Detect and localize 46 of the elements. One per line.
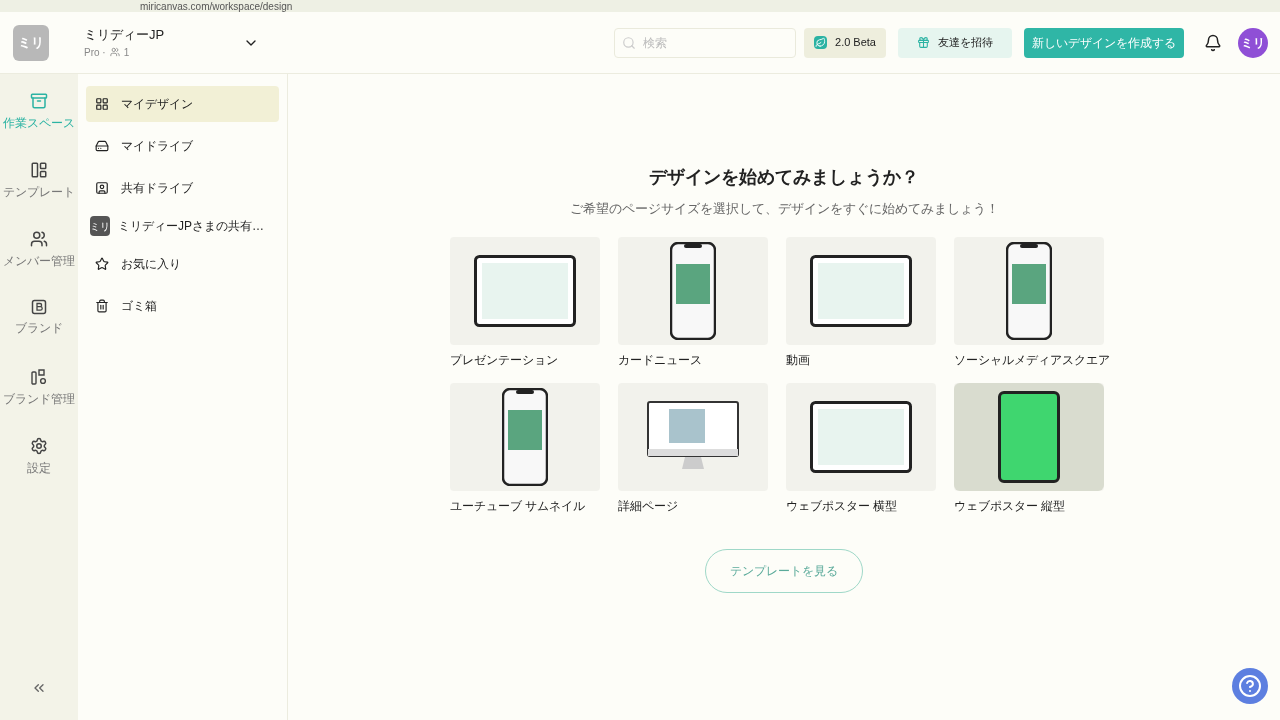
template-card[interactable]: プレゼンテーション — [450, 236, 614, 375]
settings-icon — [30, 437, 48, 455]
rail-item[interactable]: メンバー管理 — [0, 228, 78, 297]
page-title: デザインを始めてみましょうか？ — [649, 166, 919, 189]
template-card[interactable]: ウェブポスター 縦型 — [954, 382, 1118, 521]
leaf-icon — [814, 36, 827, 49]
sidebar-item[interactable]: マイデザイン — [86, 86, 279, 122]
search-icon — [622, 35, 636, 50]
sidebar-item[interactable]: ゴミ箱 — [86, 288, 279, 324]
search-field[interactable]: 検索 — [614, 27, 796, 58]
trash-icon — [95, 299, 109, 313]
star-icon — [95, 257, 109, 271]
members-icon — [109, 47, 120, 58]
users-icon — [30, 230, 48, 248]
brand-icon — [31, 299, 47, 315]
beta-button[interactable]: 2.0 Beta — [804, 27, 886, 58]
grid-icon — [95, 97, 109, 111]
plan-label: Pro · — [84, 45, 106, 60]
gift-icon — [917, 36, 930, 49]
help-icon[interactable] — [1232, 668, 1268, 704]
sidebar-item[interactable]: お気に入り — [86, 246, 279, 282]
member-count: 1 — [123, 45, 130, 60]
shared-drive-badge: ミリ — [90, 216, 110, 236]
browser-address-bar[interactable]: miricanvas.com/workspace/design — [0, 0, 1280, 12]
template-card[interactable]: 詳細ページ — [618, 382, 782, 521]
notification-bell-icon[interactable] — [1204, 33, 1222, 52]
rail-item[interactable]: ブランド管理 — [0, 366, 78, 435]
drive-icon — [95, 139, 109, 153]
rail-item[interactable]: 設定 — [0, 435, 78, 504]
sidebar-subitem[interactable]: ミリ ミリディーJPさまの共有… — [86, 212, 279, 240]
template-card[interactable]: 動画 — [786, 236, 950, 375]
page-subtitle: ご希望のページサイズを選択して、デザインをすぐに始めてみましょう！ — [569, 200, 999, 218]
contact-card-icon — [95, 181, 109, 195]
rail-item[interactable]: テンプレート — [0, 159, 78, 228]
template-card[interactable]: ウェブポスター 横型 — [786, 382, 950, 521]
rail-item[interactable]: ブランド — [0, 297, 78, 366]
template-card[interactable]: ソーシャルメディアスクエア — [954, 236, 1118, 375]
archive-icon — [30, 92, 48, 110]
workspace-name: ミリディーJP — [84, 26, 166, 45]
template-card[interactable]: ユーチューブ サムネイル — [450, 382, 614, 521]
sidebar-item[interactable]: 共有ドライブ — [86, 170, 279, 206]
user-avatar[interactable]: ミリ — [1238, 27, 1268, 58]
layout-icon — [30, 161, 48, 179]
sidebar-item[interactable]: マイドライブ — [86, 128, 279, 164]
invite-button[interactable]: 友達を招待 — [898, 27, 1012, 58]
template-card[interactable]: カードニュース — [618, 236, 782, 375]
